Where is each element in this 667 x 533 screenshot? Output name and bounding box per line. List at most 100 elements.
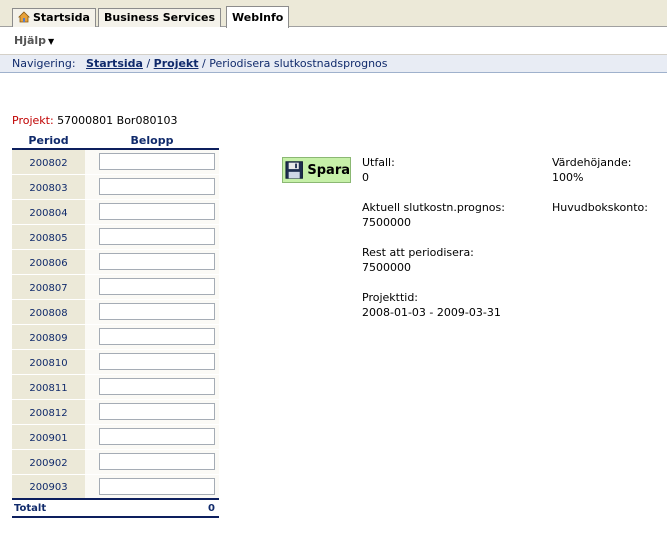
period-cell: 200806 [12,249,85,275]
amount-cell [85,299,219,325]
total-row: Totalt 0 [12,498,219,518]
period-cell: 200902 [12,449,85,475]
rest-field: Rest att periodisera: 7500000 [362,245,474,275]
table-row: 200810 [12,349,219,375]
help-menu-label: Hjälp [14,34,47,47]
period-cell: 200903 [12,474,85,500]
save-button-label: Spara [307,162,350,178]
amount-input[interactable] [99,153,215,171]
period-cell: 200803 [12,174,85,200]
amount-cell [85,274,219,300]
table-row: 200901 [12,424,219,450]
table-row: 200802 [12,149,219,175]
save-button[interactable]: Spara [282,157,351,183]
projekttid-value: 2008-01-03 - 2009-03-31 [362,306,501,319]
amount-cell [85,474,219,500]
amount-cell [85,224,219,250]
table-row: 200903 [12,474,219,500]
total-value: 0 [85,498,219,518]
period-cell: 200807 [12,274,85,300]
tab-startsida[interactable]: Startsida [12,8,96,27]
breadcrumb-current: Periodisera slutkostnadsprognos [209,57,388,70]
chevron-down-icon: ▼ [48,37,55,46]
breadcrumb-projekt-link[interactable]: Projekt [154,57,199,70]
amount-cell [85,324,219,350]
utfall-value: 0 [362,171,369,184]
project-label: Projekt: [12,114,54,127]
amount-input[interactable] [99,278,215,295]
breadcrumb-separator: / [146,57,151,70]
tab-business-services-label: Business Services [104,11,216,24]
amount-cell [85,374,219,400]
amount-input[interactable] [99,477,215,495]
table-row: 200804 [12,199,219,225]
floppy-disk-icon [285,161,303,179]
tab-webinfo[interactable]: WebInfo [226,6,290,28]
breadcrumb-separator: / [202,57,206,70]
amount-input[interactable] [99,403,215,420]
amount-input[interactable] [99,253,215,270]
table-row: 200812 [12,399,219,425]
vardehojande-value: 100% [552,171,584,184]
period-cell: 200810 [12,349,85,375]
amount-input[interactable] [99,203,215,220]
amount-cell [85,174,219,200]
table-row: 200806 [12,249,219,275]
table-row: 200811 [12,374,219,400]
huvudbok-label: Huvudbokskonto: [552,201,648,214]
amount-cell [85,199,219,225]
utfall-field: Utfall: 0 [362,155,395,185]
period-cell: 200901 [12,424,85,450]
help-menu[interactable]: Hjälp ▼ [14,34,54,47]
table-row: 200807 [12,274,219,300]
vardehojande-label: Värdehöjande: [552,156,632,169]
period-cell: 200804 [12,199,85,225]
huvudbok-field: Huvudbokskonto: [552,200,648,215]
amount-input[interactable] [99,378,215,395]
amount-cell [85,149,219,175]
period-column-header: Period [12,133,85,150]
table-row: 200809 [12,324,219,350]
amount-cell [85,249,219,275]
period-cell: 200811 [12,374,85,400]
projekttid-field: Projekttid: 2008-01-03 - 2009-03-31 [362,290,501,320]
rest-label: Rest att periodisera: [362,246,474,259]
period-table: Period Belopp 200802 200803 200804 200805 20… [12,133,219,518]
breadcrumb: Navigering: Startsida / Projekt / Period… [0,55,667,73]
amount-cell [85,449,219,475]
period-cell: 200812 [12,399,85,425]
table-row: 200805 [12,224,219,250]
project-value: 57000801 Bor080103 [57,114,178,127]
period-cell: 200808 [12,299,85,325]
projekttid-label: Projekttid: [362,291,419,304]
tab-startsida-label: Startsida [33,11,90,24]
tab-business-services[interactable]: Business Services [98,8,222,27]
menu-bar: Hjälp ▼ [0,28,667,55]
amount-cell [85,424,219,450]
amount-input[interactable] [99,303,215,320]
rest-value: 7500000 [362,261,411,274]
table-row: 200808 [12,299,219,325]
utfall-label: Utfall: [362,156,395,169]
amount-cell [85,349,219,375]
amount-input[interactable] [99,353,215,370]
amount-input[interactable] [99,228,215,245]
amount-input[interactable] [99,328,215,345]
breadcrumb-startsida-link[interactable]: Startsida [86,57,143,70]
amount-column-header: Belopp [85,133,219,150]
table-row: 200902 [12,449,219,475]
amount-input[interactable] [99,428,215,445]
prognos-value: 7500000 [362,216,411,229]
home-icon [18,11,30,23]
prognos-field: Aktuell slutkostn.prognos: 7500000 [362,200,505,230]
tab-webinfo-label: WebInfo [232,11,284,24]
amount-cell [85,399,219,425]
period-cell: 200805 [12,224,85,250]
vardehojande-field: Värdehöjande: 100% [552,155,631,185]
amount-input[interactable] [99,178,215,195]
prognos-label: Aktuell slutkostn.prognos: [362,201,505,214]
period-cell: 200809 [12,324,85,350]
amount-input[interactable] [99,453,215,470]
breadcrumb-prefix: Navigering: [12,57,76,70]
project-info: Projekt: 57000801 Bor080103 [12,114,177,127]
